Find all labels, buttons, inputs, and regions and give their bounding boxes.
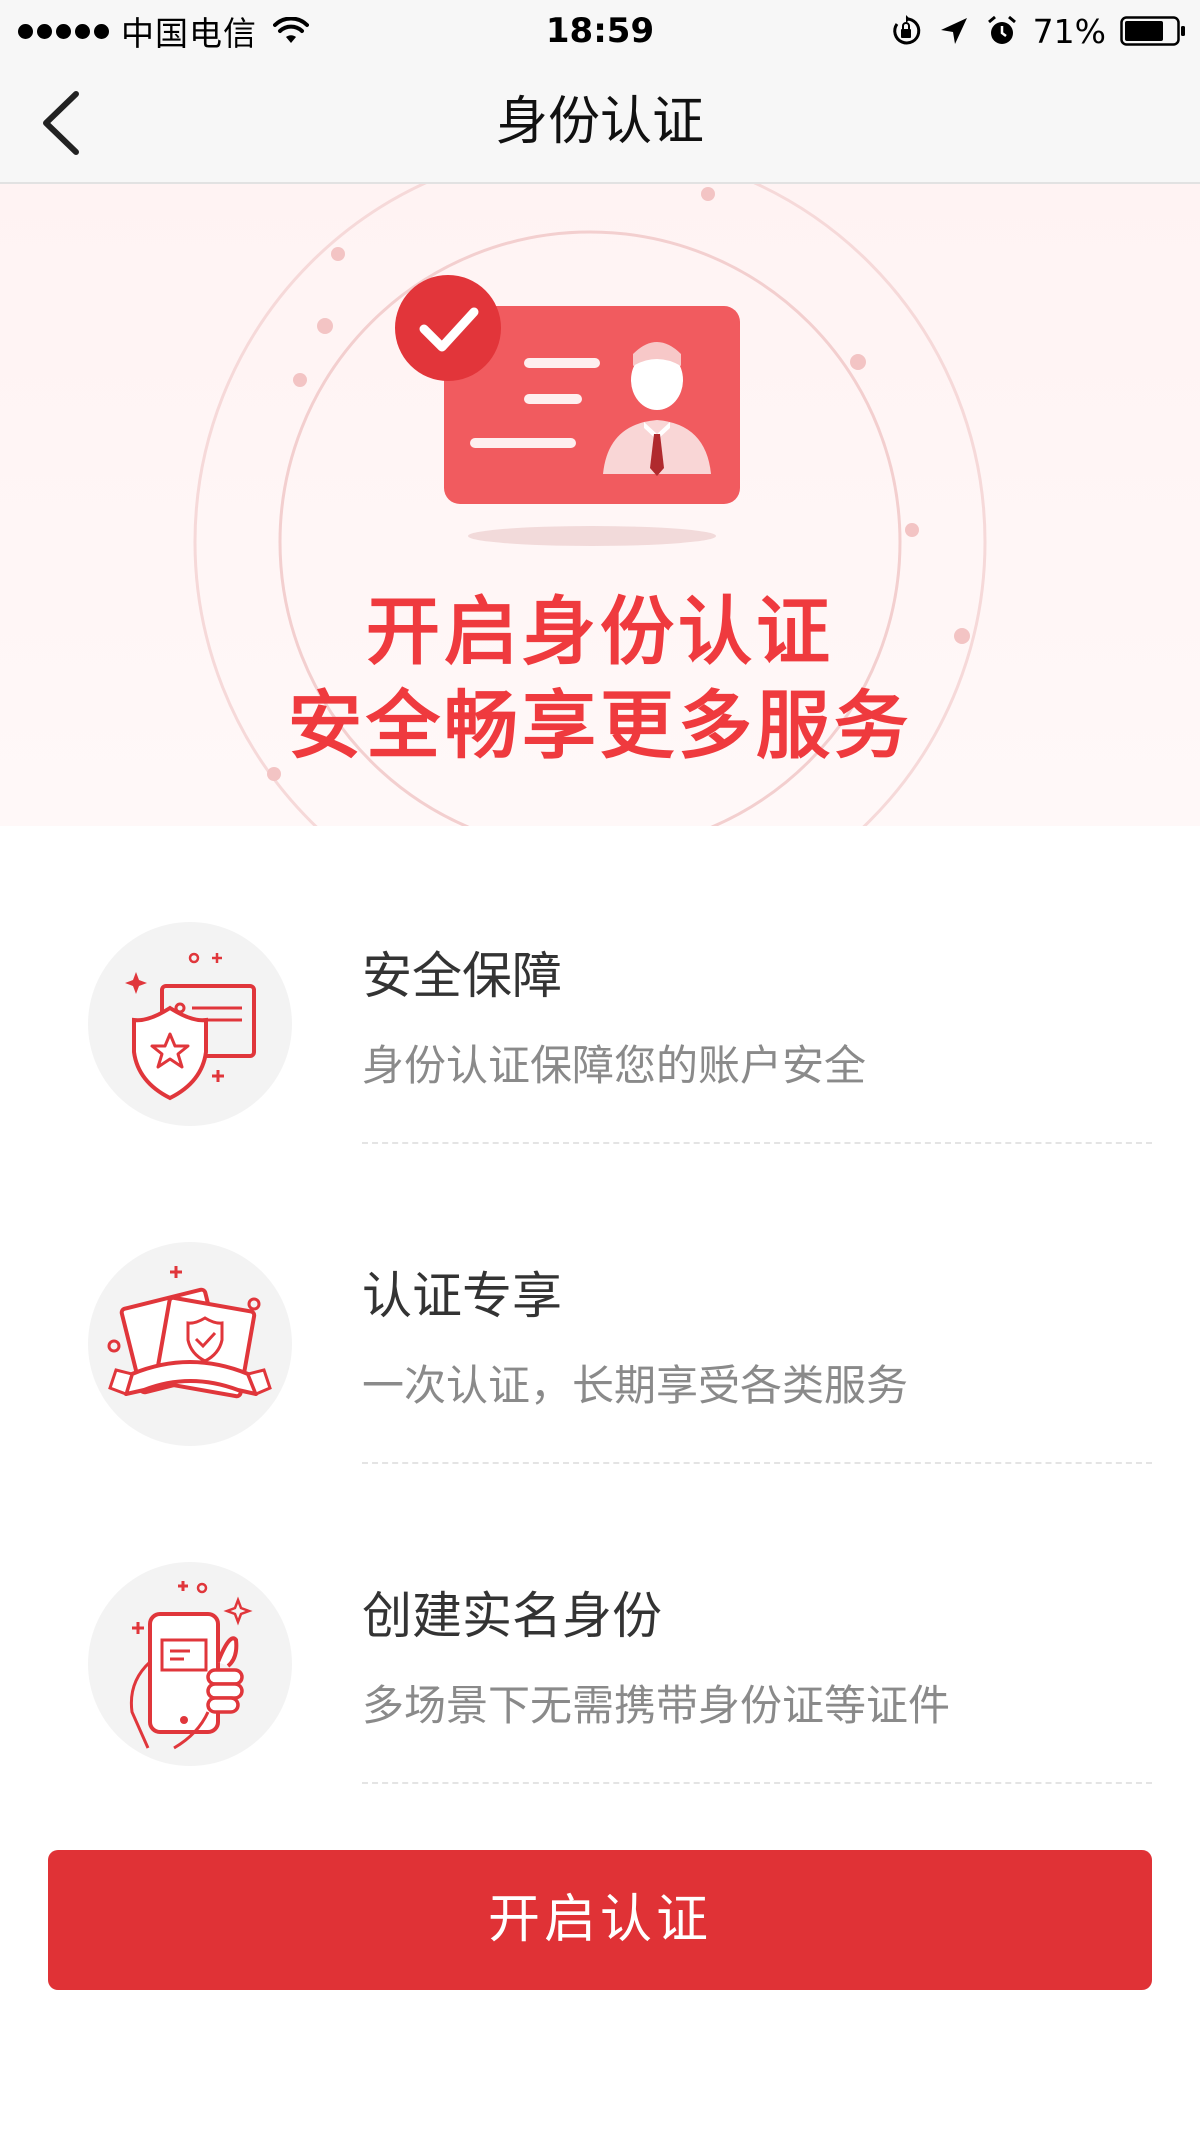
hero-headline: 开启身份认证 [366,589,834,675]
start-verification-button[interactable]: 开启认证 [48,1850,1152,1990]
battery-icon [1120,16,1185,46]
status-bar: 中国电信 18:59 71% [0,0,1200,62]
shield-star-icon [88,922,292,1126]
feature-desc: 多场景下无需携带身份证等证件 [362,1681,951,1730]
feature-title: 创建实名身份 [362,1587,662,1645]
hero-banner: 开启身份认证 安全畅享更多服务 [0,184,1200,826]
hero-subheadline: 安全畅享更多服务 [288,683,912,769]
nav-bar: 身份认证 [0,62,1200,184]
feature-item-exclusive: 认证专享 一次认证，长期享受各类服务 [0,1242,1200,1464]
divider [362,1142,1152,1144]
alarm-icon [987,15,1016,44]
status-right: 71% [889,8,1186,54]
feature-desc: 身份认证保障您的账户安全 [362,1041,867,1090]
feature-item-security: 安全保障 身份认证保障您的账户安全 [0,922,1200,1144]
page-title: 身份认证 [495,92,704,152]
feature-title: 安全保障 [362,947,562,1005]
divider [362,1782,1152,1784]
orientation-lock-icon [892,15,920,45]
divider [362,1462,1152,1464]
phone-in-hand-icon [88,1562,292,1766]
battery-percent: 71% [1032,11,1106,51]
feature-item-real-name: 创建实名身份 多场景下无需携带身份证等证件 [0,1562,1200,1784]
feature-desc: 一次认证，长期享受各类服务 [362,1361,909,1410]
feature-title: 认证专享 [362,1267,562,1325]
location-arrow-icon [940,18,967,44]
certificate-ribbon-icon [88,1242,292,1446]
